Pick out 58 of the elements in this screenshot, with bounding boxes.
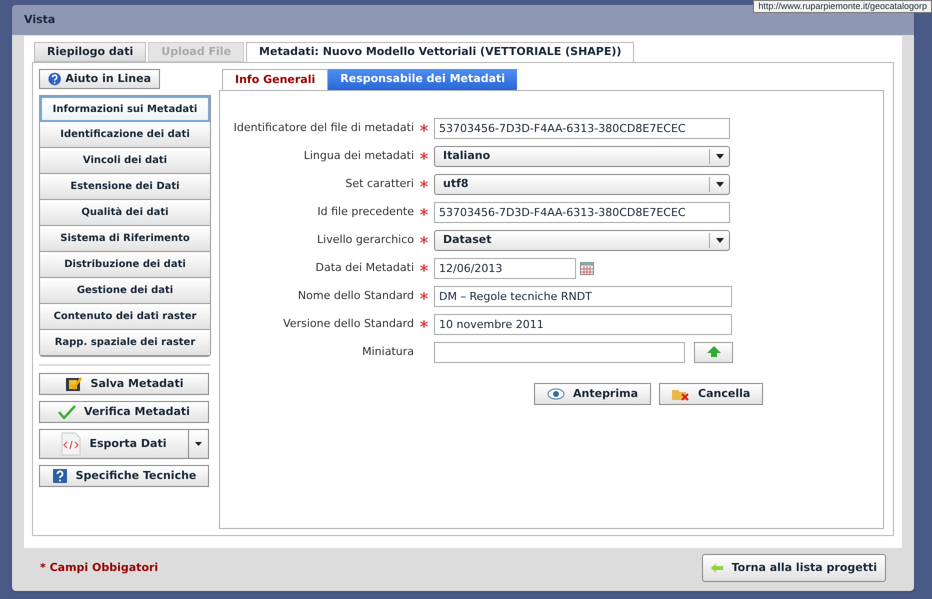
date-field[interactable]: 12/06/2013: [434, 258, 576, 278]
sidebar-item[interactable]: Identificazione dei dati: [40, 122, 210, 148]
file-field[interactable]: [434, 342, 685, 362]
text-field[interactable]: DM – Regole tecniche RNDT: [434, 286, 732, 306]
select-field[interactable]: Dataset: [434, 230, 730, 250]
required-fields-note: * Campi Obbigatori: [40, 560, 158, 576]
back-button[interactable]: Torna alla lista progetti: [702, 554, 886, 582]
sidebar-item[interactable]: Rapp. spaziale dei raster: [40, 330, 210, 356]
upload-button[interactable]: [694, 342, 733, 362]
verify-button[interactable]: Verifica Metadati: [39, 401, 209, 423]
field-label: Miniatura: [361, 344, 415, 360]
field-label: Nome dello Standard: [296, 288, 415, 304]
caret-icon: [716, 238, 724, 242]
up-arrow-icon: [706, 346, 720, 358]
field-label: Data dei Metadati: [314, 260, 415, 276]
field-label: Versione dello Standard: [282, 316, 415, 332]
folder-x-icon: [672, 387, 690, 401]
field-label: Identificatore del file di metadati: [232, 120, 415, 136]
sidebar-item[interactable]: Gestione dei dati: [40, 278, 210, 304]
sidebar-item[interactable]: Qualità dei dati: [40, 200, 210, 226]
caret-icon: [716, 154, 724, 158]
url-tooltip: http://www.ruparpiemonte.it/geocatalogorp: [753, 0, 932, 13]
dropdown-button[interactable]: [189, 429, 209, 459]
text-field[interactable]: 53703456-7D3D-F4AA-6313-380CD8E7ECEC: [434, 118, 730, 138]
help-icon: [48, 71, 62, 87]
tab[interactable]: Metadati: Nuovo Modello Vettoriali (VETTORIALE (SHAPE)): [246, 42, 634, 63]
eye-icon: [547, 388, 565, 400]
sidebar-item[interactable]: Informazioni sui Metadati: [40, 96, 210, 122]
caret-icon: [195, 442, 202, 446]
preview-button[interactable]: Anteprima: [534, 383, 652, 405]
subtab[interactable]: Info Generali: [222, 69, 328, 91]
help-book-icon: [52, 468, 68, 484]
select-field[interactable]: Italiano: [434, 146, 730, 166]
field-label: Id file precedente: [316, 204, 415, 220]
cancel-button[interactable]: Cancella: [659, 383, 764, 405]
export-button[interactable]: Esporta Dati: [39, 429, 189, 459]
text-field[interactable]: 10 novembre 2011: [434, 314, 732, 334]
text-field[interactable]: 53703456-7D3D-F4AA-6313-380CD8E7ECEC: [434, 202, 730, 222]
field-label: Livello gerarchico: [316, 232, 415, 248]
caret-icon: [716, 182, 724, 186]
select-field[interactable]: utf8: [434, 174, 730, 194]
sidebar-item[interactable]: Estensione dei Dati: [40, 174, 210, 200]
window-title: Vista: [24, 12, 56, 28]
sidebar-item[interactable]: Contenuto dei dati raster: [40, 304, 210, 330]
code-file-icon: [61, 432, 82, 456]
subtab[interactable]: Responsabile dei Metadati: [328, 69, 518, 90]
sidebar-item[interactable]: Distribuzione dei dati: [40, 252, 210, 278]
check-icon: [58, 405, 76, 419]
sidebar-item[interactable]: Sistema di Riferimento: [40, 226, 210, 252]
help-button[interactable]: Aiuto in Linea: [39, 69, 160, 89]
field-label: Set caratteri: [344, 176, 415, 192]
specs-button[interactable]: Specifiche Tecniche: [39, 465, 209, 487]
clipboard-icon: [64, 376, 83, 392]
field-label: Lingua dei metadati: [302, 148, 415, 164]
save-button[interactable]: Salva Metadati: [39, 373, 209, 395]
tab[interactable]: Riepilogo dati: [34, 42, 146, 62]
sidebar-item[interactable]: Vincoli dei dati: [40, 148, 210, 174]
calendar-icon[interactable]: [580, 262, 594, 274]
